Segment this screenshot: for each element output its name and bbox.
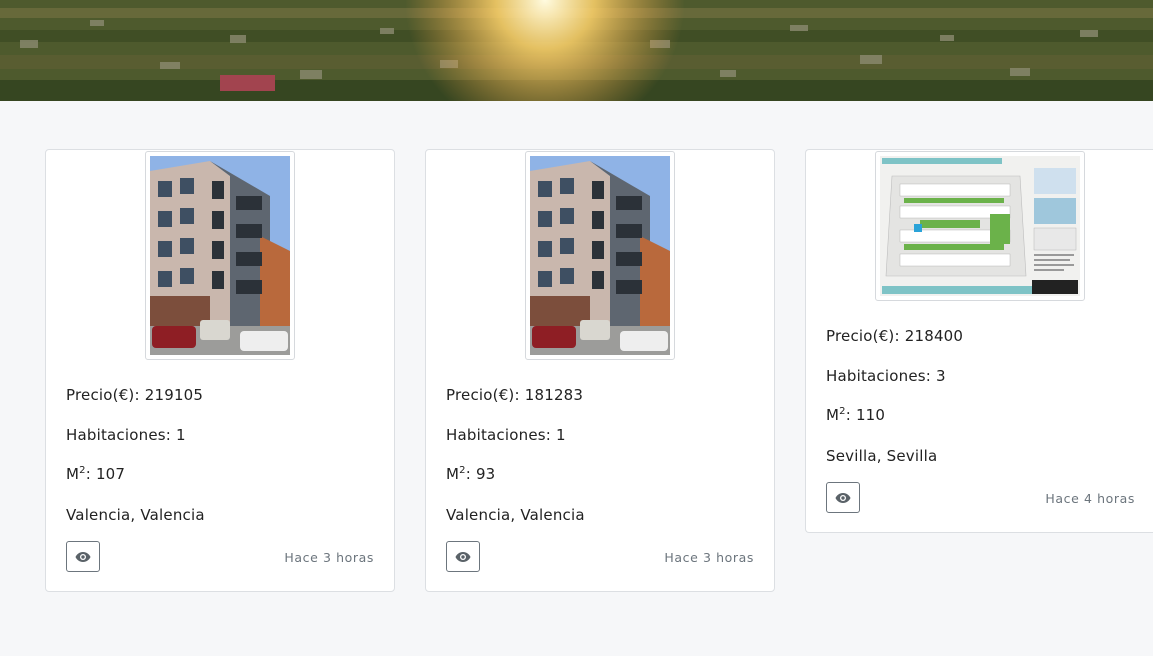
eye-icon <box>835 492 851 503</box>
rooms-label: Habitaciones: 1 <box>66 426 186 444</box>
price-label: Precio(€): 181283 <box>446 386 584 404</box>
listing-photo[interactable] <box>145 151 295 360</box>
posted-time: Hace 3 horas <box>664 550 754 565</box>
building-photo-image <box>530 156 670 355</box>
listing-card[interactable]: Precio(€): 181283 Habitaciones: 1 M2: 93… <box>425 149 775 592</box>
listing-card[interactable]: Precio(€): 219105 Habitaciones: 1 M2: 10… <box>45 149 395 592</box>
price-label: Precio(€): 218400 <box>826 327 964 345</box>
area-label: M2: 93 <box>446 465 495 483</box>
location-label: Sevilla, Sevilla <box>826 447 938 465</box>
area-unit: M <box>826 406 840 424</box>
area-unit: M <box>446 465 460 483</box>
hero-banner <box>0 0 1153 101</box>
area-value: : 107 <box>85 465 126 483</box>
location-label: Valencia, Valencia <box>446 506 585 524</box>
location-label: Valencia, Valencia <box>66 506 205 524</box>
area-unit: M <box>66 465 80 483</box>
eye-icon <box>455 551 471 562</box>
area-label: M2: 107 <box>66 465 125 483</box>
listing-photo[interactable] <box>875 151 1085 301</box>
rooms-label: Habitaciones: 1 <box>446 426 566 444</box>
view-button[interactable] <box>446 541 480 572</box>
area-value: : 93 <box>465 465 496 483</box>
building-photo-image <box>150 156 290 355</box>
price-label: Precio(€): 219105 <box>66 386 204 404</box>
view-button[interactable] <box>826 482 860 513</box>
listing-photo[interactable] <box>525 151 675 360</box>
listing-card[interactable]: Precio(€): 218400 Habitaciones: 3 M2: 11… <box>805 149 1153 533</box>
listings-section: Precio(€): 219105 Habitaciones: 1 M2: 10… <box>0 101 1153 656</box>
posted-time: Hace 4 horas <box>1045 491 1135 506</box>
view-button[interactable] <box>66 541 100 572</box>
area-label: M2: 110 <box>826 406 885 424</box>
posted-time: Hace 3 horas <box>284 550 374 565</box>
hero-landscape-image <box>0 0 1153 101</box>
site-plan-image <box>880 156 1080 296</box>
eye-icon <box>75 551 91 562</box>
area-value: : 110 <box>845 406 886 424</box>
rooms-label: Habitaciones: 3 <box>826 367 946 385</box>
